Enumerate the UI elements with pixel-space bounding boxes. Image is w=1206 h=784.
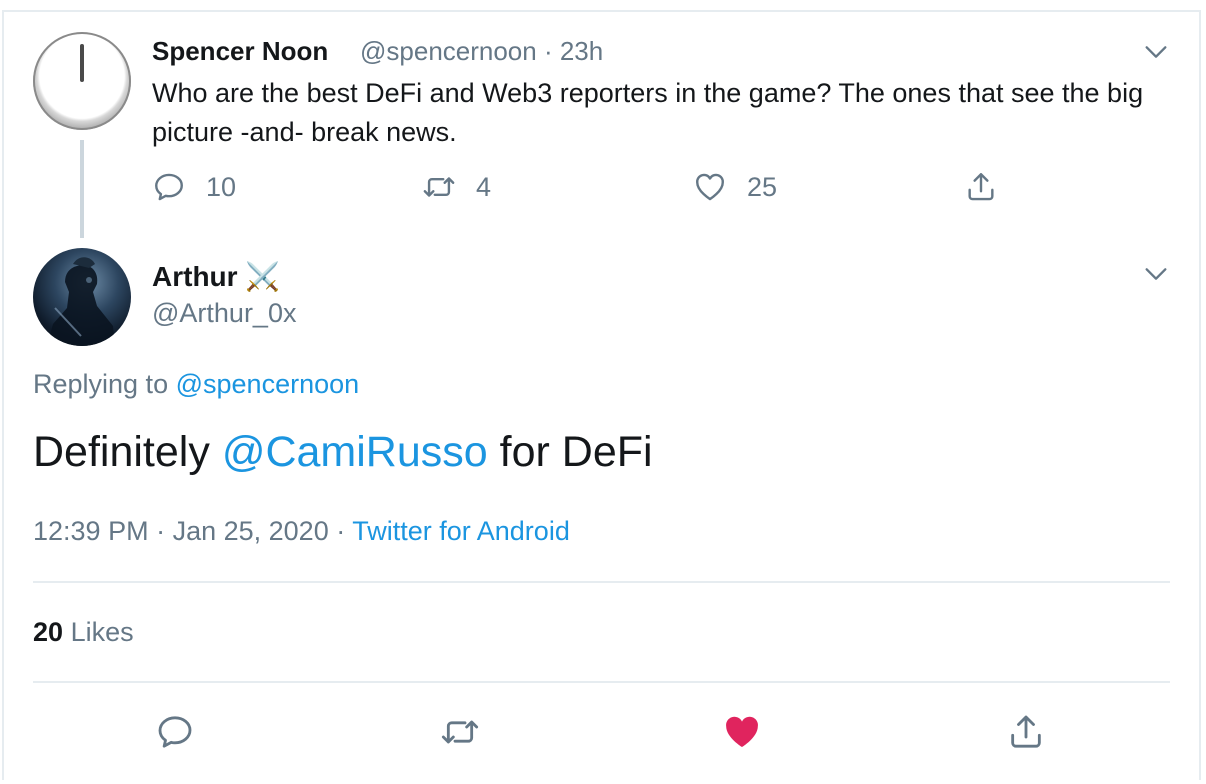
parent-like-count: 25 bbox=[747, 171, 778, 202]
parent-reply-action[interactable]: 10 bbox=[152, 170, 236, 204]
tweet-meta: 12:39 PM · Jan 25, 2020 · Twitter for An… bbox=[33, 516, 570, 547]
retweet-icon bbox=[423, 177, 455, 197]
replying-to-label: Replying to bbox=[33, 369, 169, 399]
separator-dot: · bbox=[536, 36, 560, 66]
parent-author-name[interactable]: Spencer Noon bbox=[152, 36, 328, 67]
parent-share-action[interactable] bbox=[964, 170, 998, 204]
reply-author-handle[interactable]: @Arthur_0x bbox=[152, 298, 296, 329]
parent-reply-count: 10 bbox=[206, 171, 237, 202]
likes-stat[interactable]: 20 Likes bbox=[33, 617, 134, 648]
reply-avatar[interactable] bbox=[33, 248, 131, 346]
mention-link[interactable]: @CamiRusso bbox=[222, 428, 488, 476]
heart-filled-icon[interactable] bbox=[722, 712, 762, 752]
reply-text-after: for DeFi bbox=[499, 428, 653, 476]
crossed-swords-icon: ⚔️ bbox=[245, 261, 281, 292]
parent-author-handle-time[interactable]: @spencernoon · 23h bbox=[360, 36, 603, 67]
reply-author-name[interactable]: Arthur bbox=[152, 261, 238, 292]
reply-button-icon[interactable] bbox=[155, 712, 195, 752]
divider bbox=[33, 581, 1170, 583]
reply-author-name-row[interactable]: Arthur ⚔️ bbox=[152, 260, 280, 293]
parent-like-action[interactable]: 25 bbox=[693, 170, 777, 204]
clock-hand bbox=[80, 44, 84, 82]
likes-count: 20 bbox=[33, 617, 64, 647]
share-button-icon[interactable] bbox=[1006, 712, 1046, 752]
parent-time[interactable]: 23h bbox=[560, 36, 603, 66]
parent-chevron-down-icon[interactable] bbox=[1142, 38, 1170, 66]
thread-line bbox=[80, 140, 84, 238]
replying-to-link[interactable]: @spencernoon bbox=[176, 369, 360, 399]
parent-author-handle[interactable]: @spencernoon bbox=[360, 36, 537, 66]
likes-label: Likes bbox=[70, 617, 134, 647]
parent-avatar-clock-icon[interactable] bbox=[33, 32, 131, 130]
heart-outline-icon bbox=[696, 173, 724, 201]
reply-chevron-down-icon[interactable] bbox=[1142, 260, 1170, 288]
tweet-time[interactable]: 12:39 PM bbox=[33, 516, 149, 546]
reply-tweet-text: Definitely @CamiRusso for DeFi bbox=[33, 428, 653, 477]
retweet-button-icon[interactable] bbox=[440, 712, 480, 752]
reply-icon bbox=[155, 173, 183, 201]
tweet-source-link[interactable]: Twitter for Android bbox=[352, 516, 570, 546]
divider bbox=[33, 681, 1170, 683]
spartan-warrior-icon bbox=[47, 257, 115, 346]
separator-dot: · bbox=[148, 516, 173, 546]
parent-tweet-text: Who are the best DeFi and Web3 reporters… bbox=[152, 78, 1144, 147]
replying-to-line: Replying to @spencernoon bbox=[33, 369, 359, 400]
parent-retweet-count: 4 bbox=[476, 171, 492, 202]
separator-dot: · bbox=[328, 516, 353, 546]
reply-text-before: Definitely bbox=[33, 428, 210, 476]
parent-retweet-action[interactable]: 4 bbox=[422, 170, 491, 204]
tweet-date[interactable]: Jan 25, 2020 bbox=[173, 516, 329, 546]
share-icon bbox=[968, 173, 994, 201]
